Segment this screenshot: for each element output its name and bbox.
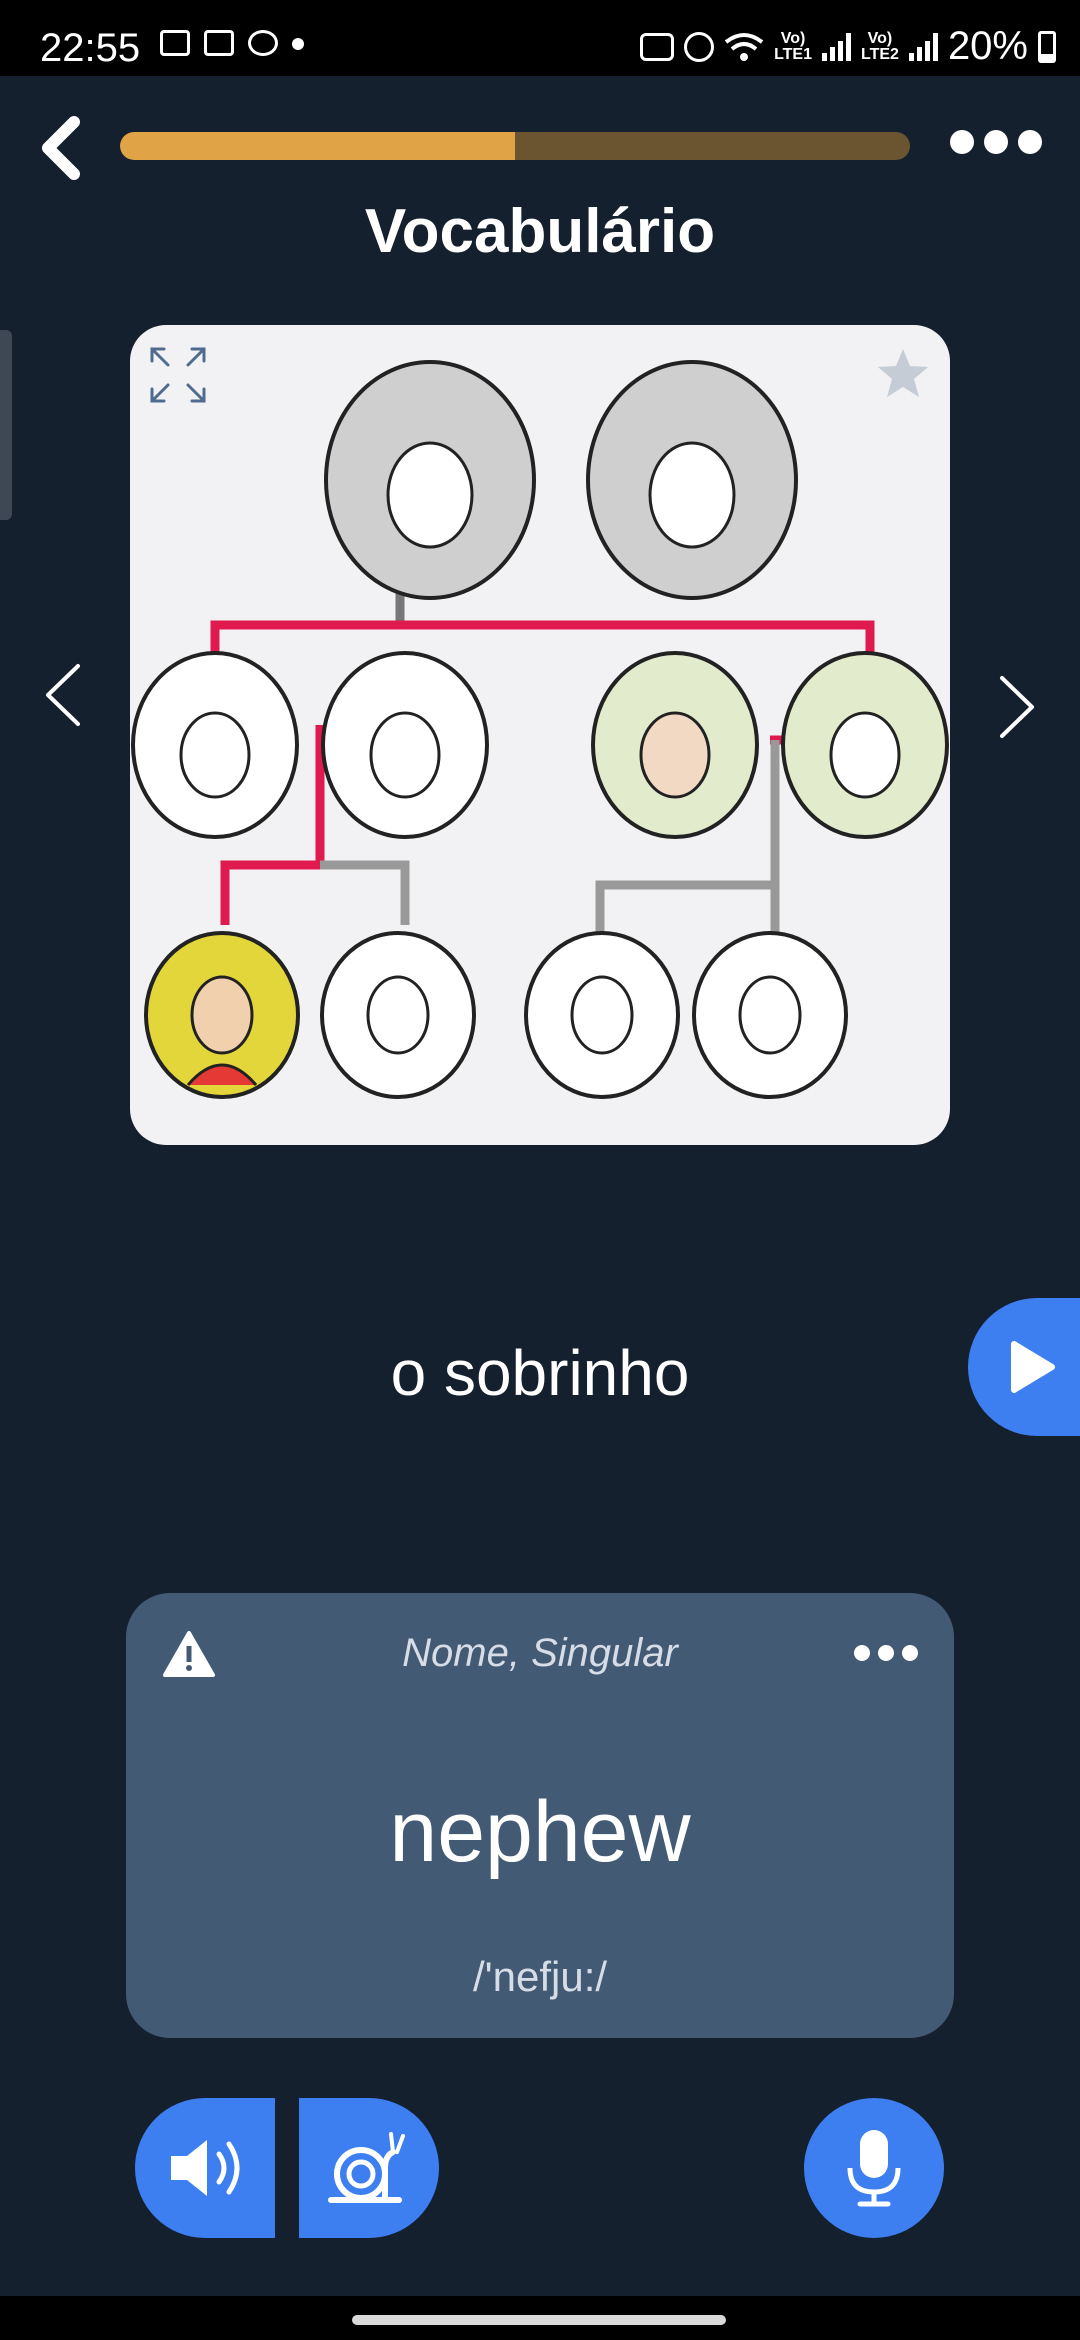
lesson-progress-bar [120, 132, 910, 160]
translation-card: Nome, Singular nephew /'nefju:/ [126, 1593, 954, 2038]
bed-icon [640, 32, 675, 61]
audio-button[interactable] [135, 2098, 275, 2238]
translation-more-button[interactable] [854, 1645, 918, 1661]
more-dot [1018, 130, 1042, 154]
more-dot [854, 1645, 870, 1661]
page-title: Vocabulário [364, 197, 716, 266]
expand-icon[interactable] [148, 345, 208, 405]
status-bar: 22:55 Vo) LTE1 Vo) LTE2 20% [0, 0, 1080, 76]
battery-icon [1038, 30, 1056, 63]
lesson-progress-fill [120, 132, 515, 160]
phonetic-transcription: /'nefju:/ [472, 1953, 608, 2000]
microphone-icon [847, 2130, 901, 2207]
word-type-label: Nome, Singular [402, 1631, 678, 1675]
more-dot [902, 1645, 918, 1661]
portuguese-word: o sobrinho [390, 1337, 690, 1409]
volte-lte2-icon: Vo) LTE2 [861, 29, 899, 63]
dot-icon [292, 38, 304, 50]
star-icon[interactable] [870, 341, 936, 407]
microphone-button[interactable] [804, 2098, 944, 2238]
vocabulary-image-card [130, 325, 950, 1145]
signal-icon [822, 32, 851, 61]
next-arrow-icon[interactable] [994, 672, 1040, 742]
screen-record-icon [204, 30, 234, 56]
alarm-icon [684, 31, 715, 62]
more-options-button[interactable] [950, 130, 1042, 154]
family-tree-illustration [131, 360, 949, 1099]
status-left-icons [160, 30, 304, 56]
screenshot-icon [160, 30, 190, 56]
side-panel-handle[interactable] [0, 330, 12, 520]
status-right-icons: Vo) LTE1 Vo) LTE2 20% [640, 24, 1056, 69]
home-indicator[interactable] [352, 2315, 726, 2325]
slow-audio-button[interactable] [299, 2098, 439, 2238]
more-dot [878, 1645, 894, 1661]
snail-icon [328, 2132, 405, 2203]
volte-lte1-icon: Vo) LTE1 [774, 29, 812, 63]
play-audio-button[interactable] [968, 1298, 1080, 1436]
more-dot [950, 130, 974, 154]
battery-percent: 20% [947, 24, 1028, 68]
wifi-icon [724, 32, 764, 61]
previous-arrow-icon[interactable] [40, 660, 86, 730]
edge-icon [248, 30, 278, 56]
speaker-icon [171, 2140, 240, 2196]
play-icon [1011, 1341, 1055, 1393]
signal-icon [908, 32, 938, 61]
more-dot [984, 130, 1008, 154]
status-time: 22:55 [40, 26, 141, 70]
back-button[interactable] [30, 112, 94, 184]
translation-word: nephew [389, 1784, 691, 1880]
